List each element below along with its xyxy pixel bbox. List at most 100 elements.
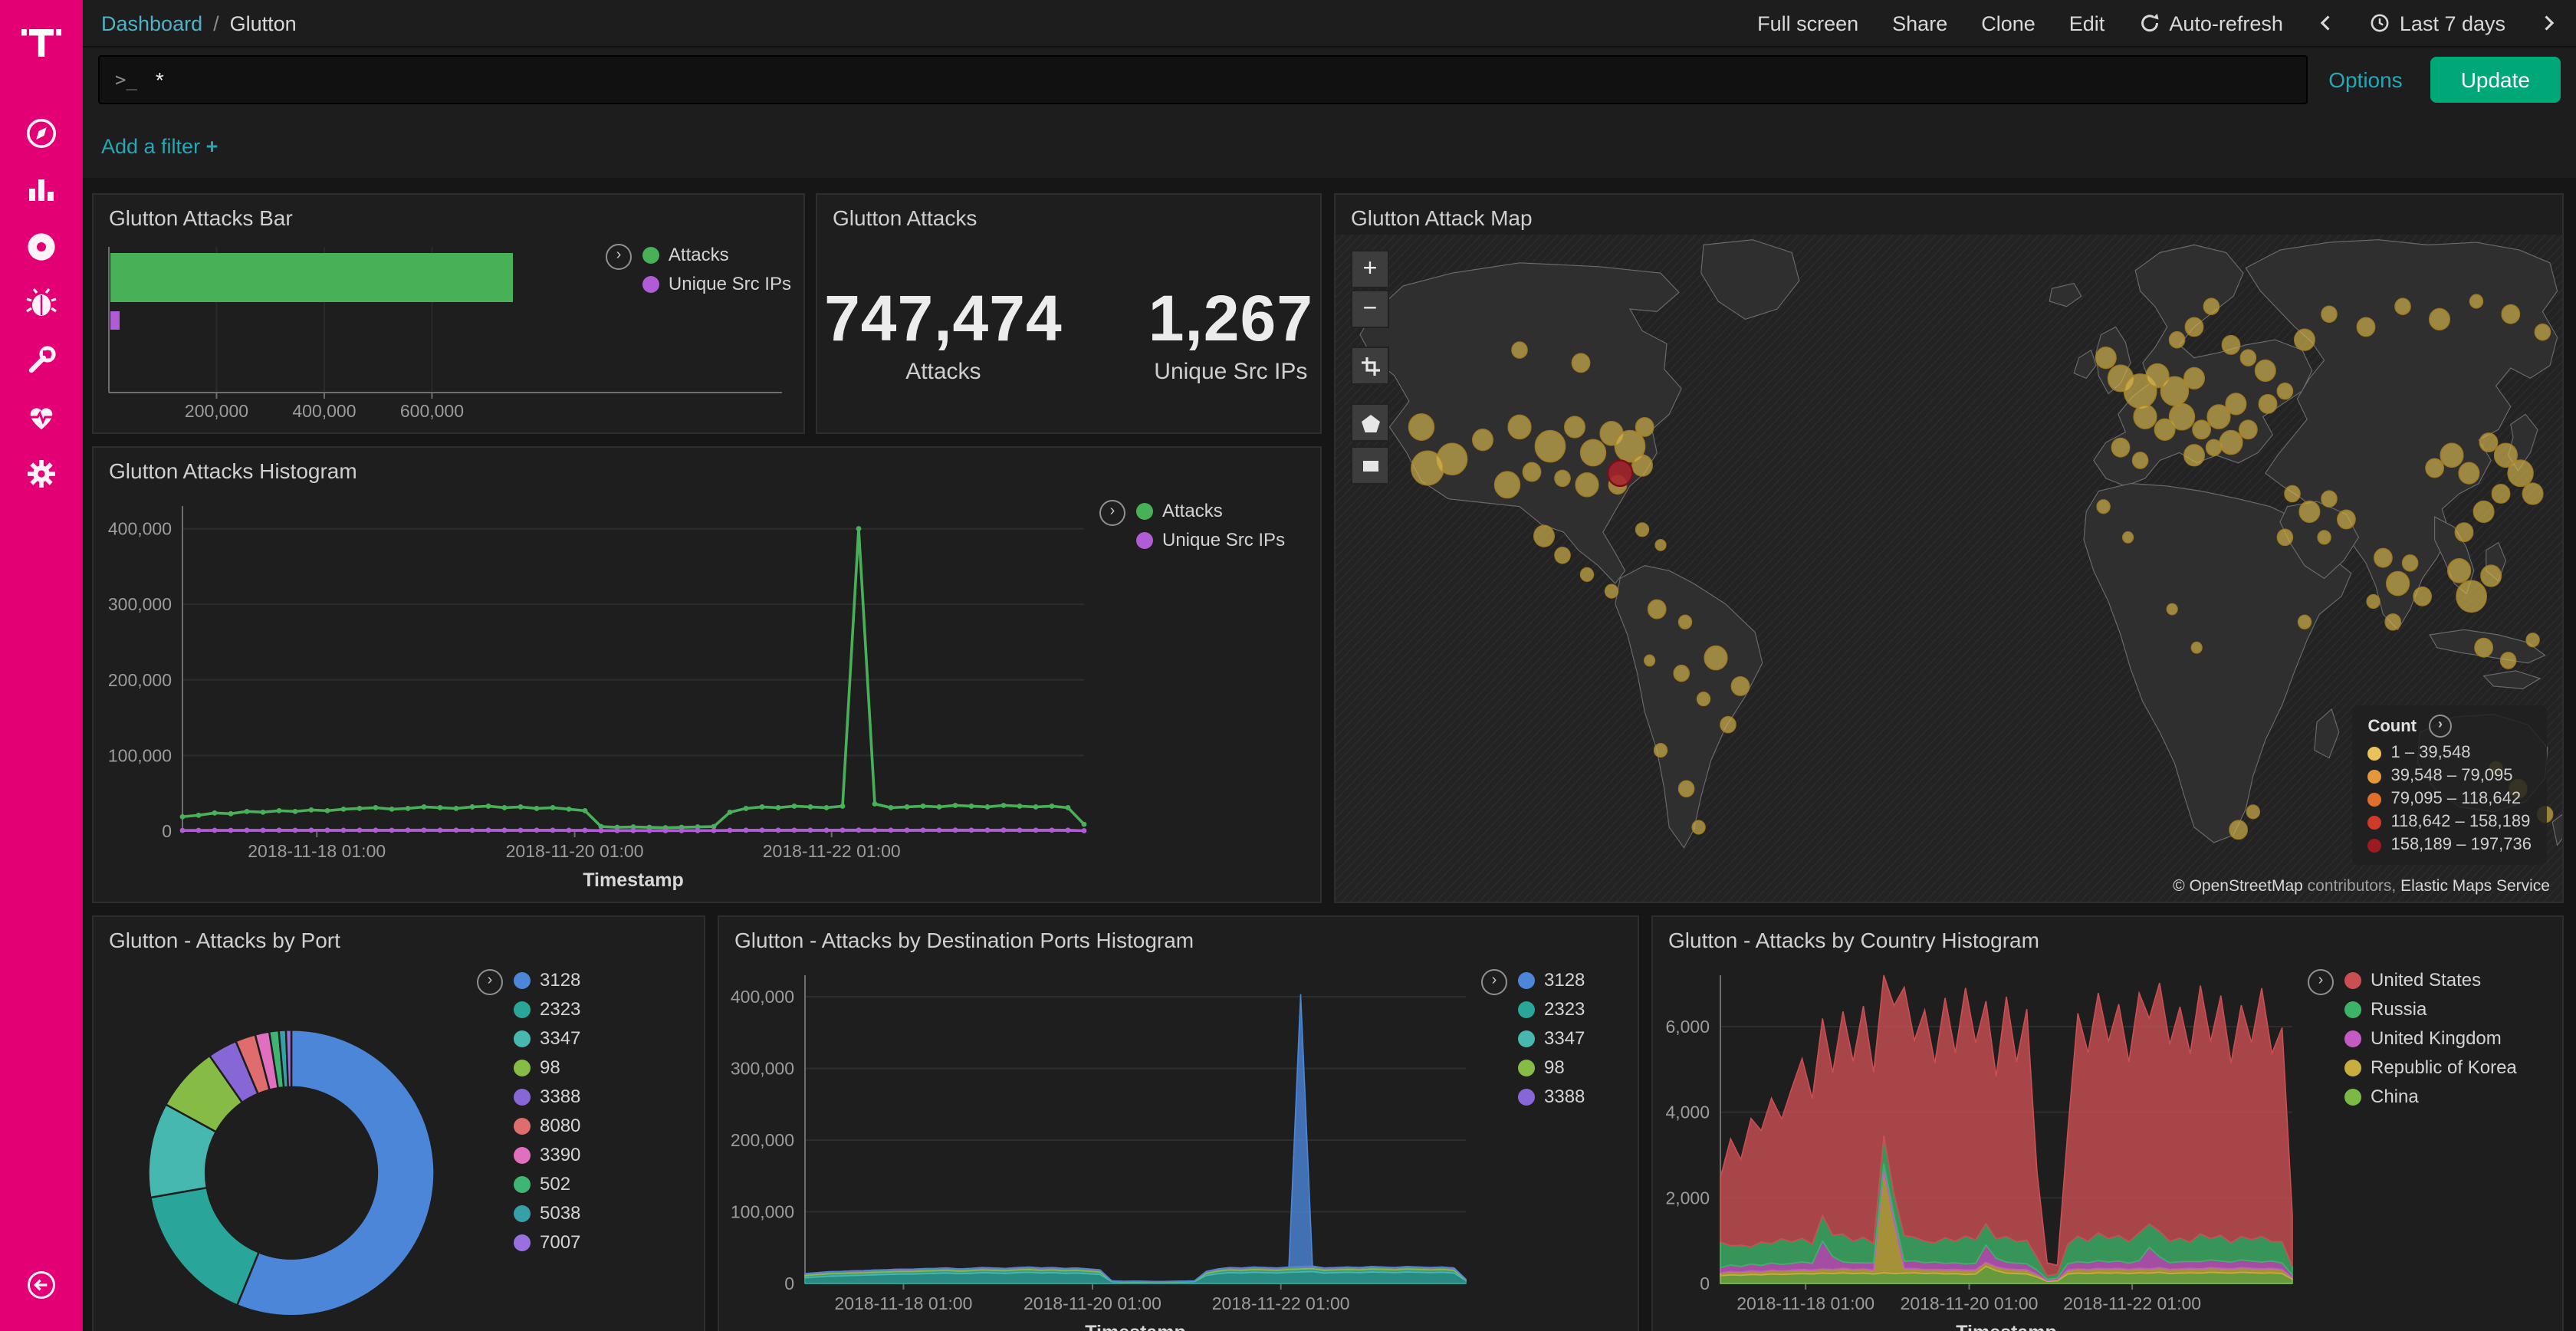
legend-item[interactable]: Unique Src IPs — [1136, 529, 1285, 550]
legend-item[interactable]: 7007 — [514, 1231, 580, 1253]
legend-label: 3388 — [1544, 1086, 1585, 1107]
legend-item[interactable]: 98 — [1518, 1057, 1585, 1078]
metric-value: 747,474 — [824, 282, 1063, 356]
map-zoom-out-button[interactable]: − — [1351, 290, 1389, 328]
legend-item[interactable]: Attacks — [642, 244, 791, 265]
openstreetmap-link[interactable]: © OpenStreetMap — [2173, 877, 2303, 896]
legend-item[interactable]: 3388 — [1518, 1086, 1585, 1107]
legend-label: 5038 — [540, 1202, 580, 1224]
clock-icon — [2369, 12, 2390, 34]
map-rectangle-tool-button[interactable] — [1351, 446, 1389, 485]
legend-item[interactable]: 8080 — [514, 1115, 580, 1136]
legend-toggle-icon[interactable]: › — [2429, 715, 2452, 738]
legend-dot — [514, 1030, 531, 1047]
sidebar-item-honeypot[interactable] — [11, 281, 72, 327]
legend-item[interactable]: 3388 — [514, 1086, 580, 1107]
legend-item[interactable]: 98 — [514, 1057, 580, 1078]
full-screen-button[interactable]: Full screen — [1757, 12, 1858, 35]
rectangle-icon — [1359, 455, 1381, 476]
time-picker-button[interactable]: Last 7 days — [2369, 12, 2505, 35]
map-polygon-tool-button[interactable] — [1351, 403, 1389, 442]
legend-item[interactable]: 3347 — [514, 1027, 580, 1049]
breadcrumb-dashboard-link[interactable]: Dashboard — [101, 12, 202, 35]
metric-attacks: 747,474 Attacks — [824, 282, 1063, 385]
legend-item[interactable]: Russia — [2344, 998, 2517, 1020]
legend-item[interactable]: China — [2344, 1086, 2517, 1107]
chart-legend: › Attacks Unique Src IPs — [606, 244, 791, 294]
legend-item[interactable]: Attacks — [1136, 500, 1285, 521]
ports-histogram-chart: 0100,000200,000300,000400,0002018-11-18 … — [719, 957, 1481, 1331]
legend-label: Unique Src IPs — [1162, 529, 1285, 550]
heartbeat-icon — [23, 399, 60, 435]
attacks-histogram-chart-area: 0100,000200,000300,000400,0002018-11-18 … — [94, 488, 1099, 902]
panel-attack-map: Glutton Attack Map + − — [1334, 193, 2564, 903]
panel-attacks-histogram: Glutton Attacks Histogram 0100,000200,00… — [92, 446, 1322, 903]
legend-item[interactable]: 2323 — [514, 998, 580, 1020]
legend-item[interactable]: United States — [2344, 969, 2517, 991]
add-filter-link[interactable]: Add a filter + — [101, 134, 218, 157]
svg-text:200,000: 200,000 — [185, 401, 248, 421]
legend-dot — [2344, 1001, 2361, 1017]
legend-item[interactable]: 3128 — [1518, 969, 1585, 991]
time-back-button[interactable] — [2317, 12, 2335, 34]
legend-dot — [514, 1175, 531, 1192]
auto-refresh-button[interactable]: Auto-refresh — [2138, 12, 2283, 35]
breadcrumb-separator: / — [213, 12, 219, 35]
legend-dot — [514, 1146, 531, 1163]
svg-text:400,000: 400,000 — [292, 401, 356, 421]
svg-text:0: 0 — [162, 821, 172, 841]
collapse-arrow-icon — [25, 1268, 58, 1302]
panel-title: Glutton Attacks Histogram — [94, 448, 1320, 488]
edit-button[interactable]: Edit — [2069, 12, 2105, 35]
sidebar-item-dashboard[interactable] — [11, 224, 72, 270]
legend-item[interactable]: 3390 — [514, 1144, 580, 1165]
legend-dot — [642, 275, 659, 292]
dashboard-menu: Full screen Share Clone Edit Auto-refres… — [1757, 12, 2558, 35]
legend-toggle-icon[interactable]: › — [2308, 969, 2334, 995]
legend-item[interactable]: United Kingdom — [2344, 1027, 2517, 1049]
legend-label: 3347 — [540, 1027, 580, 1049]
sidebar-item-discover[interactable] — [11, 110, 72, 156]
map-zoom-in-button[interactable]: + — [1351, 250, 1389, 288]
elastic-maps-service-link[interactable]: Elastic Maps Service — [2400, 877, 2550, 896]
legend-item[interactable]: 2323 — [1518, 998, 1585, 1020]
t-mobile-logo[interactable] — [11, 12, 72, 74]
country-histogram-chart-area: 02,0004,0006,0002018-11-18 01:002018-11-… — [1653, 957, 2308, 1331]
svg-text:2018-11-20 01:00: 2018-11-20 01:00 — [506, 841, 644, 861]
map-legend-item: 1 – 39,548 — [2367, 744, 2532, 762]
legend-toggle-icon[interactable]: › — [1481, 969, 1507, 995]
query-prompt-icon: >_ — [115, 69, 137, 90]
map-crop-tool-button[interactable] — [1351, 347, 1389, 385]
clone-button[interactable]: Clone — [1981, 12, 2036, 35]
polygon-icon — [1359, 412, 1381, 433]
legend-item[interactable]: 5038 — [514, 1202, 580, 1224]
legend-item[interactable]: 3347 — [1518, 1027, 1585, 1049]
time-forward-button[interactable] — [2539, 12, 2558, 34]
svg-text:4,000: 4,000 — [1665, 1103, 1710, 1122]
chart-legend: › United States Russia United Kingdom Republ… — [2308, 957, 2562, 1331]
legend-item[interactable]: 3128 — [514, 969, 580, 991]
sidebar-collapse-button[interactable] — [11, 1262, 72, 1308]
sidebar-item-devtools[interactable] — [11, 337, 72, 383]
map-legend-item: 79,095 – 118,642 — [2367, 790, 2532, 808]
sidebar-item-management[interactable] — [11, 451, 72, 497]
legend-item[interactable]: Republic of Korea — [2344, 1057, 2517, 1078]
legend-toggle-icon[interactable]: › — [1099, 500, 1125, 526]
legend-label: 98 — [540, 1057, 560, 1078]
map-legend-label: 39,548 – 79,095 — [2390, 767, 2512, 785]
update-button[interactable]: Update — [2430, 57, 2561, 103]
sidebar-item-visualize[interactable] — [11, 167, 72, 213]
sidebar-item-monitoring[interactable] — [11, 394, 72, 440]
legend-item[interactable]: 502 — [514, 1173, 580, 1195]
legend-label: Republic of Korea — [2371, 1057, 2517, 1078]
panel-title: Glutton - Attacks by Country Histogram — [1653, 917, 2562, 957]
metric-unique-src-ips: 1,267 Unique Src IPs — [1148, 282, 1313, 385]
svg-text:2018-11-22 01:00: 2018-11-22 01:00 — [1212, 1293, 1350, 1313]
legend-item[interactable]: Unique Src IPs — [642, 273, 791, 294]
share-button[interactable]: Share — [1892, 12, 1947, 35]
svg-text:Timestamp: Timestamp — [1085, 1322, 1186, 1331]
search-query-input[interactable] — [153, 66, 2290, 94]
legend-dot — [1136, 502, 1153, 519]
query-options-link[interactable]: Options — [2328, 67, 2403, 92]
legend-toggle-icon[interactable]: › — [606, 244, 632, 270]
